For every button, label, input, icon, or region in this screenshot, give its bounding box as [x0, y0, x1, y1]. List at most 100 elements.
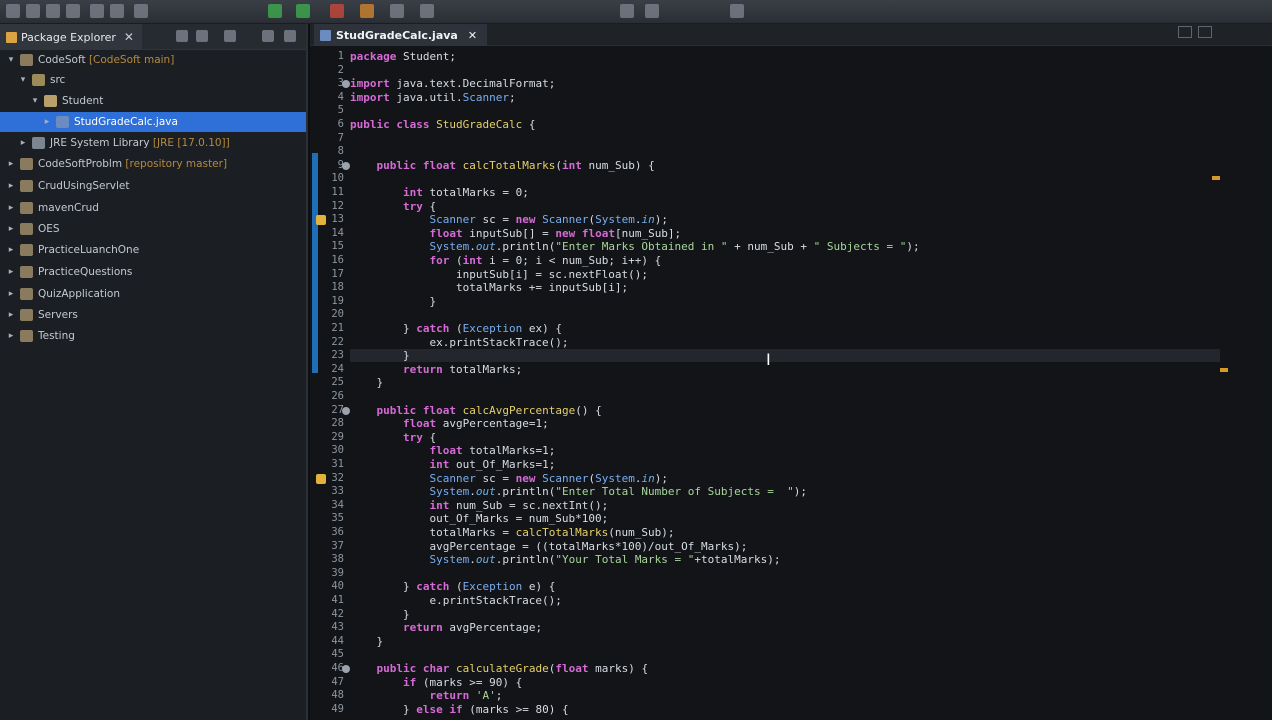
- code-line[interactable]: try {: [350, 200, 436, 213]
- code-line[interactable]: try {: [350, 431, 436, 444]
- code-line[interactable]: Scanner sc = new Scanner(System.in);: [350, 213, 667, 226]
- minimize-icon[interactable]: [1178, 26, 1192, 38]
- code-line[interactable]: e.printStackTrace();: [350, 594, 561, 607]
- chevron-right-icon[interactable]: ▸: [42, 117, 52, 127]
- code-line[interactable]: System.out.println("Enter Total Number o…: [350, 485, 807, 498]
- close-icon[interactable]: ✕: [468, 29, 477, 42]
- code-line[interactable]: } catch (Exception ex) {: [350, 322, 562, 335]
- chevron-right-icon[interactable]: ▸: [6, 224, 16, 234]
- new-icon[interactable]: [6, 4, 20, 18]
- overview-marker[interactable]: [1220, 368, 1228, 372]
- tree-item[interactable]: ▸ CrudUsingServlet: [0, 176, 306, 196]
- code-line[interactable]: inputSub[i] = sc.nextFloat();: [350, 268, 648, 281]
- chevron-down-icon[interactable]: ▾: [30, 96, 40, 106]
- java-file-icon: [320, 29, 331, 41]
- chevron-down-icon[interactable]: ▾: [6, 55, 16, 65]
- code-line[interactable]: int out_Of_Marks=1;: [350, 458, 555, 471]
- close-icon[interactable]: ✕: [124, 30, 134, 44]
- search-icon[interactable]: [420, 4, 434, 18]
- code-line[interactable]: return totalMarks;: [350, 363, 522, 376]
- code-line[interactable]: }: [350, 608, 410, 621]
- project-icon: [20, 244, 33, 256]
- run-icon[interactable]: [268, 4, 282, 18]
- tree-item[interactable]: ▸ StudGradeCalc.java: [0, 112, 306, 132]
- code-line[interactable]: avgPercentage = ((totalMarks*100)/out_Of…: [350, 540, 747, 553]
- chevron-right-icon[interactable]: ▸: [6, 267, 16, 277]
- tree-item[interactable]: ▸ Servers: [0, 305, 306, 325]
- code-line[interactable]: if (marks >= 90) {: [350, 676, 522, 689]
- code-line[interactable]: }: [350, 376, 383, 389]
- code-line[interactable]: totalMarks += inputSub[i];: [350, 281, 628, 294]
- maximize-icon[interactable]: [1198, 26, 1212, 38]
- minimize-icon[interactable]: [262, 30, 274, 42]
- code-line[interactable]: public float calcTotalMarks(int num_Sub)…: [350, 159, 655, 172]
- chevron-right-icon[interactable]: ▸: [6, 289, 16, 299]
- tree-item[interactable]: ▸ Testing: [0, 326, 306, 346]
- tree-item[interactable]: ▾ Student: [0, 91, 306, 111]
- code-line[interactable]: }: [350, 349, 1220, 363]
- chevron-right-icon[interactable]: ▸: [6, 331, 16, 341]
- code-line[interactable]: }: [350, 295, 436, 308]
- print-icon[interactable]: [66, 4, 80, 18]
- chevron-right-icon[interactable]: ▸: [18, 138, 28, 148]
- tree-item[interactable]: ▸ mavenCrud: [0, 198, 306, 218]
- code-line[interactable]: float avgPercentage=1;: [350, 417, 549, 430]
- chevron-right-icon[interactable]: ▸: [6, 203, 16, 213]
- terminal-icon[interactable]: [110, 4, 124, 18]
- tree-item[interactable]: ▾ src: [0, 70, 306, 90]
- code-line[interactable]: float inputSub[] = new float[num_Sub];: [350, 227, 681, 240]
- chevron-right-icon[interactable]: ▸: [6, 245, 16, 255]
- code-line[interactable]: System.out.println("Your Total Marks = "…: [350, 553, 780, 566]
- tree-item[interactable]: ▸ PracticeQuestions: [0, 262, 306, 282]
- code-line[interactable]: int num_Sub = sc.nextInt();: [350, 499, 608, 512]
- coverage-icon[interactable]: [296, 4, 310, 18]
- new-class-icon[interactable]: [360, 4, 374, 18]
- code-line[interactable]: return avgPercentage;: [350, 621, 542, 634]
- code-line[interactable]: } else if (marks >= 80) {: [350, 703, 569, 716]
- maximize-icon[interactable]: [284, 30, 296, 42]
- code-line[interactable]: import java.text.DecimalFormat;: [350, 77, 555, 90]
- code-line[interactable]: float totalMarks=1;: [350, 444, 555, 457]
- chevron-down-icon[interactable]: ▾: [18, 75, 28, 85]
- code-line[interactable]: import java.util.Scanner;: [350, 91, 516, 104]
- code-line[interactable]: System.out.println("Enter Marks Obtained…: [350, 240, 919, 253]
- debug-icon[interactable]: [134, 4, 148, 18]
- save-all-icon[interactable]: [46, 4, 60, 18]
- code-line[interactable]: out_Of_Marks = num_Sub*100;: [350, 512, 608, 525]
- tree-item[interactable]: ▸ CodeSoftProblm [repository master]: [0, 154, 306, 174]
- code-line[interactable]: } catch (Exception e) {: [350, 580, 555, 593]
- tree-item[interactable]: ▸ JRE System Library [JRE [17.0.10]]: [0, 133, 306, 153]
- chevron-right-icon[interactable]: ▸: [6, 310, 16, 320]
- external-tools-icon[interactable]: [330, 4, 344, 18]
- collapse-all-icon[interactable]: [176, 30, 188, 42]
- tree-item[interactable]: ▸ QuizApplication: [0, 284, 306, 304]
- code-line[interactable]: totalMarks = calcTotalMarks(num_Sub);: [350, 526, 674, 539]
- code-line[interactable]: ex.printStackTrace();: [350, 336, 568, 349]
- code-line[interactable]: }: [350, 635, 383, 648]
- settings-icon[interactable]: [90, 4, 104, 18]
- code-line[interactable]: return 'A';: [350, 689, 502, 702]
- code-line[interactable]: public char calculateGrade(float marks) …: [350, 662, 649, 675]
- code-line[interactable]: for (int i = 0; i < num_Sub; i++) {: [350, 254, 661, 267]
- package-explorer-tab[interactable]: Package Explorer ✕: [0, 24, 142, 50]
- code-line[interactable]: package Student;: [350, 50, 456, 63]
- code-line[interactable]: int totalMarks = 0;: [350, 186, 529, 199]
- tree-item[interactable]: ▸ OES: [0, 219, 306, 239]
- link-editor-icon[interactable]: [196, 30, 208, 42]
- tree-item[interactable]: ▸ PracticeLuanchOne: [0, 240, 306, 260]
- code-line[interactable]: public float calcAvgPercentage() {: [350, 404, 602, 417]
- tree-item[interactable]: ▾ CodeSoft [CodeSoft main]: [0, 50, 306, 70]
- editor-tab-studgradecalc[interactable]: StudGradeCalc.java ✕: [314, 24, 488, 46]
- code-line[interactable]: public class StudGradeCalc {: [350, 118, 535, 131]
- view-menu-icon[interactable]: [224, 30, 236, 42]
- back-icon[interactable]: [620, 4, 634, 18]
- chevron-right-icon[interactable]: ▸: [6, 159, 16, 169]
- overview-marker[interactable]: [1212, 176, 1220, 180]
- forward-icon[interactable]: [645, 4, 659, 18]
- code-area[interactable]: package Student; import java.text.Decimal…: [310, 46, 1272, 720]
- chevron-right-icon[interactable]: ▸: [6, 181, 16, 191]
- open-type-icon[interactable]: [390, 4, 404, 18]
- code-line[interactable]: Scanner sc = new Scanner(System.in);: [350, 472, 667, 485]
- perspective-icon[interactable]: [730, 4, 744, 18]
- save-icon[interactable]: [26, 4, 40, 18]
